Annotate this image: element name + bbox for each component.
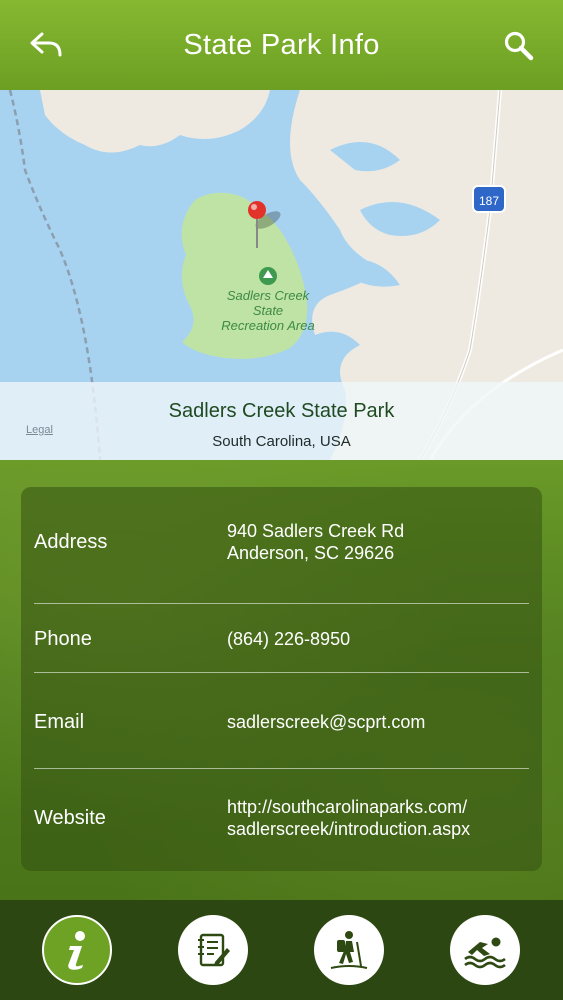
route-shield-label: 187 — [479, 194, 499, 208]
website-line-1: http://southcarolinaparks.com/ — [227, 797, 468, 817]
address-value[interactable]: 940 Sadlers Creek Rd Anderson, SC 29626 — [227, 520, 404, 564]
map-view[interactable]: 187 Sadlers Creek State Recreation Area … — [0, 90, 563, 460]
map-park-area — [181, 192, 308, 359]
map-land-north — [40, 90, 270, 153]
address-line-2: Anderson, SC 29626 — [227, 543, 395, 563]
phone-row: Phone (864) 226-8950 — [34, 621, 529, 657]
notes-icon — [198, 933, 230, 967]
page-title: State Park Info — [183, 28, 380, 61]
email-label: Email — [34, 710, 85, 733]
search-icon — [504, 31, 534, 61]
map-pin-head — [248, 201, 266, 219]
map-area-label-3: Recreation Area — [221, 318, 314, 333]
website-row: Website http://southcarolinaparks.com/ s… — [34, 793, 529, 843]
tab-notes[interactable] — [178, 915, 248, 985]
tab-hiking[interactable] — [314, 915, 384, 985]
divider — [34, 603, 529, 604]
address-row: Address 940 Sadlers Creek Rd Anderson, S… — [34, 517, 529, 567]
divider — [34, 672, 529, 673]
swimming-icon — [464, 937, 506, 969]
bottom-tab-bar — [0, 900, 563, 1000]
info-icon — [68, 931, 85, 970]
divider — [34, 768, 529, 769]
map-area-label-2: State — [253, 303, 283, 318]
website-label: Website — [34, 806, 106, 829]
map-area-label-1: Sadlers Creek — [227, 288, 311, 303]
email-value[interactable]: sadlerscreek@scprt.com — [227, 711, 425, 733]
phone-value[interactable]: (864) 226-8950 — [227, 628, 350, 650]
hiking-icon — [330, 931, 368, 969]
website-value[interactable]: http://southcarolinaparks.com/ sadlerscr… — [227, 796, 470, 840]
map-pin-highlight — [251, 204, 257, 210]
park-name: Sadlers Creek State Park — [168, 400, 395, 422]
email-row: Email sadlerscreek@scprt.com — [34, 704, 529, 740]
park-region: South Carolina, USA — [212, 433, 351, 450]
header-bar: State Park Info — [0, 0, 563, 90]
address-label: Address — [34, 530, 108, 553]
search-button[interactable] — [499, 28, 539, 64]
tab-swimming[interactable] — [450, 915, 520, 985]
website-line-2: sadlerscreek/introduction.aspx — [227, 819, 471, 839]
map-callout: Sadlers Creek State Park South Carolina,… — [0, 382, 563, 460]
address-line-1: 940 Sadlers Creek Rd — [227, 521, 405, 541]
tab-info[interactable] — [42, 915, 112, 985]
back-button[interactable] — [26, 28, 66, 62]
legal-link[interactable]: Legal — [26, 424, 53, 436]
content-area: Address 940 Sadlers Creek Rd Anderson, S… — [0, 460, 563, 900]
back-arrow-icon — [30, 32, 62, 57]
info-card: Address 940 Sadlers Creek Rd Anderson, S… — [21, 487, 542, 871]
phone-label: Phone — [34, 627, 92, 650]
